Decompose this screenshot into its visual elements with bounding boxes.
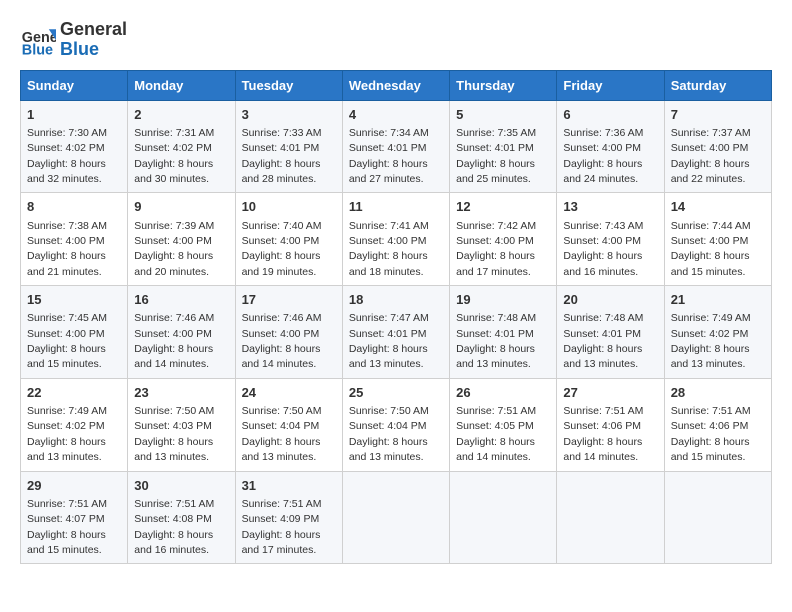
calendar-cell xyxy=(450,471,557,564)
calendar-cell: 25Sunrise: 7:50 AMSunset: 4:04 PMDayligh… xyxy=(342,378,449,471)
logo-icon: General Blue xyxy=(20,22,56,58)
weekday-header: Thursday xyxy=(450,70,557,100)
calendar-cell xyxy=(342,471,449,564)
calendar-cell: 1Sunrise: 7:30 AMSunset: 4:02 PMDaylight… xyxy=(21,100,128,193)
calendar-cell: 17Sunrise: 7:46 AMSunset: 4:00 PMDayligh… xyxy=(235,286,342,379)
calendar-cell: 14Sunrise: 7:44 AMSunset: 4:00 PMDayligh… xyxy=(664,193,771,286)
calendar-cell: 24Sunrise: 7:50 AMSunset: 4:04 PMDayligh… xyxy=(235,378,342,471)
page-header: General Blue General Blue xyxy=(20,20,772,60)
calendar-cell: 27Sunrise: 7:51 AMSunset: 4:06 PMDayligh… xyxy=(557,378,664,471)
calendar-cell: 19Sunrise: 7:48 AMSunset: 4:01 PMDayligh… xyxy=(450,286,557,379)
svg-text:Blue: Blue xyxy=(22,42,53,58)
calendar-cell: 15Sunrise: 7:45 AMSunset: 4:00 PMDayligh… xyxy=(21,286,128,379)
calendar-cell: 12Sunrise: 7:42 AMSunset: 4:00 PMDayligh… xyxy=(450,193,557,286)
calendar-cell: 2Sunrise: 7:31 AMSunset: 4:02 PMDaylight… xyxy=(128,100,235,193)
weekday-header: Tuesday xyxy=(235,70,342,100)
calendar-cell: 9Sunrise: 7:39 AMSunset: 4:00 PMDaylight… xyxy=(128,193,235,286)
calendar-cell: 28Sunrise: 7:51 AMSunset: 4:06 PMDayligh… xyxy=(664,378,771,471)
calendar-cell: 6Sunrise: 7:36 AMSunset: 4:00 PMDaylight… xyxy=(557,100,664,193)
calendar-cell: 8Sunrise: 7:38 AMSunset: 4:00 PMDaylight… xyxy=(21,193,128,286)
calendar-cell: 5Sunrise: 7:35 AMSunset: 4:01 PMDaylight… xyxy=(450,100,557,193)
weekday-header: Saturday xyxy=(664,70,771,100)
calendar-cell: 23Sunrise: 7:50 AMSunset: 4:03 PMDayligh… xyxy=(128,378,235,471)
calendar-cell: 26Sunrise: 7:51 AMSunset: 4:05 PMDayligh… xyxy=(450,378,557,471)
weekday-header: Monday xyxy=(128,70,235,100)
calendar-cell: 10Sunrise: 7:40 AMSunset: 4:00 PMDayligh… xyxy=(235,193,342,286)
calendar-cell: 31Sunrise: 7:51 AMSunset: 4:09 PMDayligh… xyxy=(235,471,342,564)
calendar-cell: 22Sunrise: 7:49 AMSunset: 4:02 PMDayligh… xyxy=(21,378,128,471)
weekday-header: Wednesday xyxy=(342,70,449,100)
calendar-cell: 16Sunrise: 7:46 AMSunset: 4:00 PMDayligh… xyxy=(128,286,235,379)
calendar-cell: 3Sunrise: 7:33 AMSunset: 4:01 PMDaylight… xyxy=(235,100,342,193)
calendar-cell xyxy=(664,471,771,564)
calendar-cell: 13Sunrise: 7:43 AMSunset: 4:00 PMDayligh… xyxy=(557,193,664,286)
calendar-cell: 7Sunrise: 7:37 AMSunset: 4:00 PMDaylight… xyxy=(664,100,771,193)
calendar-cell: 11Sunrise: 7:41 AMSunset: 4:00 PMDayligh… xyxy=(342,193,449,286)
logo: General Blue General Blue xyxy=(20,20,127,60)
calendar-cell: 21Sunrise: 7:49 AMSunset: 4:02 PMDayligh… xyxy=(664,286,771,379)
weekday-header: Friday xyxy=(557,70,664,100)
weekday-header: Sunday xyxy=(21,70,128,100)
calendar-cell: 18Sunrise: 7:47 AMSunset: 4:01 PMDayligh… xyxy=(342,286,449,379)
calendar-cell: 29Sunrise: 7:51 AMSunset: 4:07 PMDayligh… xyxy=(21,471,128,564)
calendar-cell: 20Sunrise: 7:48 AMSunset: 4:01 PMDayligh… xyxy=(557,286,664,379)
calendar-cell: 4Sunrise: 7:34 AMSunset: 4:01 PMDaylight… xyxy=(342,100,449,193)
calendar-cell xyxy=(557,471,664,564)
calendar-cell: 30Sunrise: 7:51 AMSunset: 4:08 PMDayligh… xyxy=(128,471,235,564)
calendar-table: SundayMondayTuesdayWednesdayThursdayFrid… xyxy=(20,70,772,565)
